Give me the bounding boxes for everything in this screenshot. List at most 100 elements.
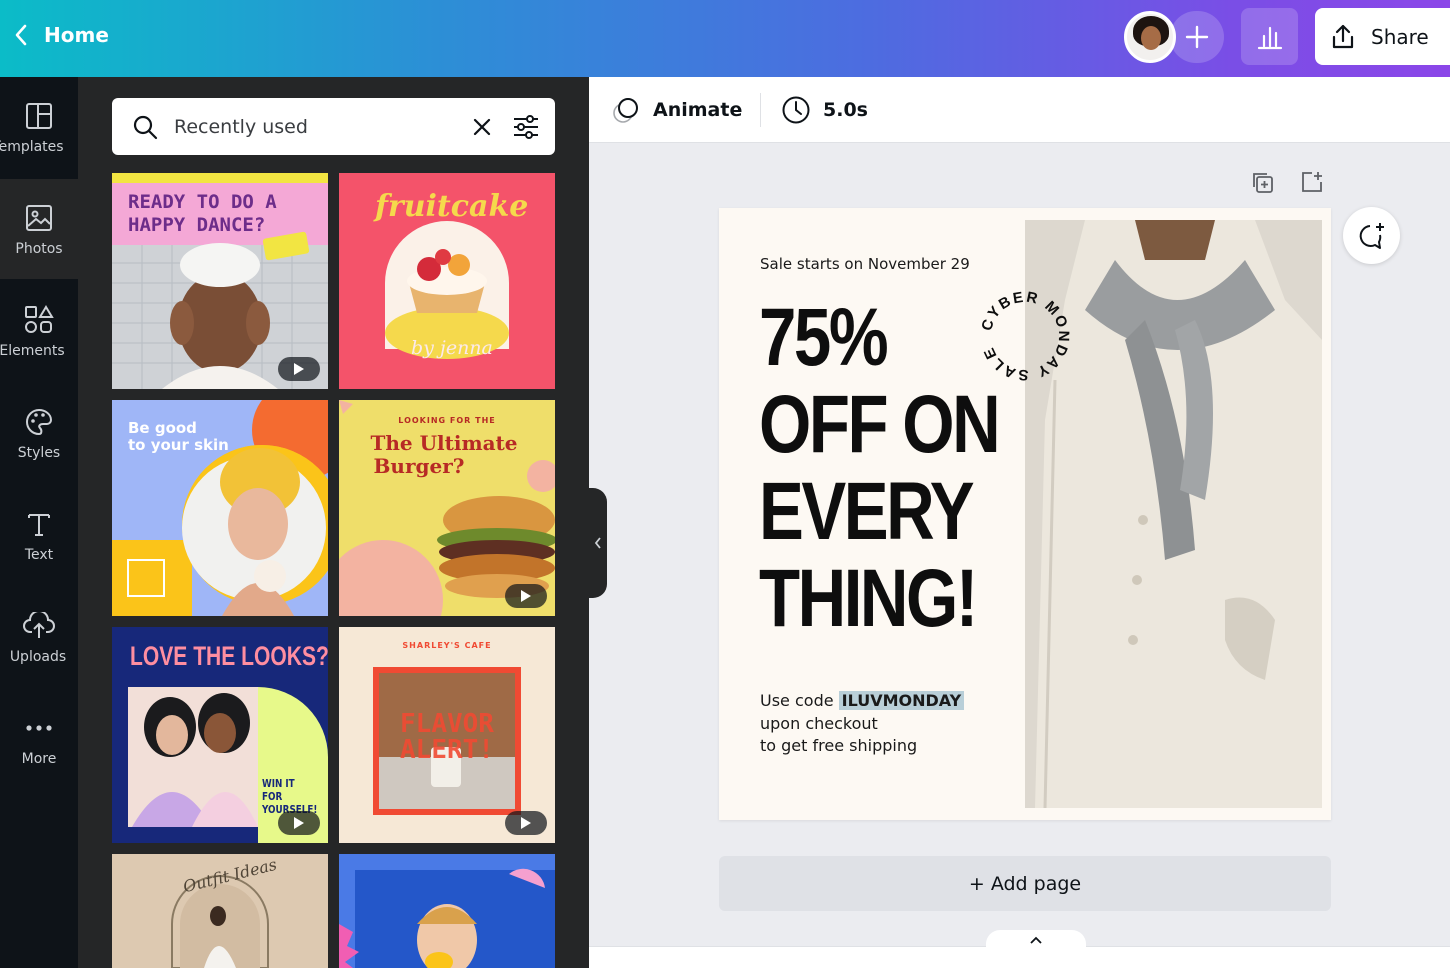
template-title: fruitcake [375, 189, 529, 224]
video-play-icon [278, 811, 320, 835]
nav-item-uploads[interactable]: Uploads [0, 587, 78, 687]
insights-button[interactable] [1241, 8, 1298, 65]
more-icon [22, 711, 56, 745]
add-page-icon-button[interactable] [1298, 168, 1326, 196]
add-collaborator-button[interactable] [1170, 11, 1224, 63]
template-card[interactable] [339, 854, 555, 968]
template-title-line: FLAVOR [400, 709, 494, 739]
nav-label-text: Text [24, 547, 54, 563]
code-prefix: Use code [760, 691, 834, 710]
side-nav: Templates Photos Elements Styles Text Up… [0, 77, 78, 968]
nav-label-elements: Elements [0, 343, 65, 359]
template-card[interactable]: LOOKING FOR THE The Ultimate Burger? [339, 400, 555, 616]
video-play-icon [278, 357, 320, 381]
templates-panel: Recently used READY TO DO A HAPPY DANCE? [78, 77, 589, 968]
nav-label-templates: Templates [0, 139, 64, 155]
headline[interactable]: 75% OFF ON EVERY THING! [759, 292, 1001, 644]
avatar[interactable] [1124, 11, 1176, 63]
template-title-line: The Ultimate [370, 431, 518, 455]
template-kicker: SHARLEY'S CAFE [402, 641, 492, 650]
code-line: upon checkout [760, 713, 878, 733]
expand-pages-button[interactable] [986, 930, 1086, 956]
styles-icon [22, 405, 56, 439]
duplicate-icon [1253, 173, 1273, 193]
template-title-line: READY TO DO A [128, 191, 277, 213]
add-page-icon [1302, 172, 1322, 192]
nav-label-styles: Styles [17, 445, 61, 461]
chevron-left-icon [594, 537, 601, 549]
comment-add-icon [1359, 222, 1384, 249]
chevron-up-icon [1030, 936, 1042, 944]
duration-label: 5.0s [823, 99, 868, 121]
share-upload-icon [1332, 24, 1354, 48]
bar-chart-icon [1257, 26, 1282, 49]
sale-start-text[interactable]: Sale starts on November 29 [760, 255, 970, 273]
photos-icon [22, 201, 56, 235]
top-bar: Home Share [0, 0, 1450, 77]
page-actions [1248, 168, 1328, 196]
nav-item-templates[interactable]: Templates [0, 77, 78, 177]
template-thumbnail [339, 854, 555, 968]
duplicate-page-button[interactable] [1248, 168, 1276, 196]
template-title-line: ALERT! [400, 735, 494, 765]
plus-icon [1185, 25, 1209, 49]
headline-line: 75% [759, 292, 889, 383]
home-button[interactable]: Home [8, 20, 109, 50]
toolbar-divider [760, 93, 761, 127]
add-page-button[interactable]: + Add page [719, 856, 1331, 911]
template-title: LOVE THE LOOKS? [130, 641, 328, 671]
template-title-line: Be good [128, 419, 197, 437]
nav-item-text[interactable]: Text [0, 485, 78, 585]
nav-item-more[interactable]: More [0, 689, 78, 789]
design-page[interactable]: Sale starts on November 29 75% OFF ON EV… [719, 208, 1331, 820]
video-play-icon [505, 811, 547, 835]
template-subtitle: by jenna [411, 337, 493, 359]
template-card[interactable]: LOVE THE LOOKS? WIN IT FOR YOURSELF! [112, 627, 328, 843]
home-label: Home [44, 23, 109, 47]
collapse-panel-button[interactable] [589, 488, 607, 598]
template-title-line: Burger? [373, 454, 465, 478]
headline-line: EVERY [759, 466, 975, 557]
template-kicker: LOOKING FOR THE [398, 416, 496, 425]
template-card[interactable]: READY TO DO A HAPPY DANCE? [112, 173, 328, 389]
nav-label-uploads: Uploads [9, 649, 67, 665]
template-card[interactable]: fruitcake by jenna [339, 173, 555, 389]
duration-button[interactable]: 5.0s [781, 93, 868, 127]
share-button[interactable]: Share [1315, 8, 1450, 65]
animate-button[interactable]: Animate [611, 93, 742, 127]
elements-icon [22, 303, 56, 337]
template-card[interactable]: SHARLEY'S CAFE FLAVOR ALERT! [339, 627, 555, 843]
share-label: Share [1371, 24, 1429, 49]
add-comment-button[interactable] [1343, 207, 1400, 264]
promo-code: ILUVMONDAY [838, 691, 965, 710]
text-icon [22, 507, 56, 541]
nav-label-more: More [21, 751, 57, 767]
search-input[interactable]: Recently used [174, 116, 467, 138]
headline-line: THING! [759, 553, 978, 644]
nav-item-photos[interactable]: Photos [0, 179, 78, 279]
search-bar[interactable]: Recently used [112, 98, 555, 155]
template-title-line: to your skin [128, 436, 229, 454]
editor-toolbar: Animate 5.0s [589, 77, 1450, 143]
templates-icon [22, 99, 56, 133]
nav-item-styles[interactable]: Styles [0, 383, 78, 483]
video-play-icon [505, 584, 547, 608]
animate-label: Animate [653, 99, 743, 121]
headline-line: OFF ON [759, 379, 1001, 470]
cyber-monday-badge[interactable]: CYBER MONDAY SALE [977, 288, 1073, 384]
svg-text:CYBER MONDAY SALE: CYBER MONDAY SALE [978, 289, 1072, 384]
uploads-icon [22, 609, 56, 643]
clock-icon [782, 96, 810, 124]
promo-code-text[interactable]: Use code ILUVMONDAY upon checkout to get… [760, 690, 965, 758]
chevron-left-icon [8, 20, 34, 50]
nav-item-elements[interactable]: Elements [0, 281, 78, 381]
filter-icon[interactable] [511, 112, 541, 142]
avatar-face [1141, 26, 1161, 50]
template-card[interactable]: Be good to your skin [112, 400, 328, 616]
code-line: to get free shipping [760, 736, 918, 755]
clear-search-icon[interactable] [467, 112, 497, 142]
template-subtitle-line: WIN IT FOR [262, 777, 295, 803]
template-card[interactable]: Outfit Ideas [112, 854, 328, 968]
badge-text: CYBER MONDAY SALE [978, 289, 1070, 384]
nav-label-photos: Photos [15, 241, 63, 257]
